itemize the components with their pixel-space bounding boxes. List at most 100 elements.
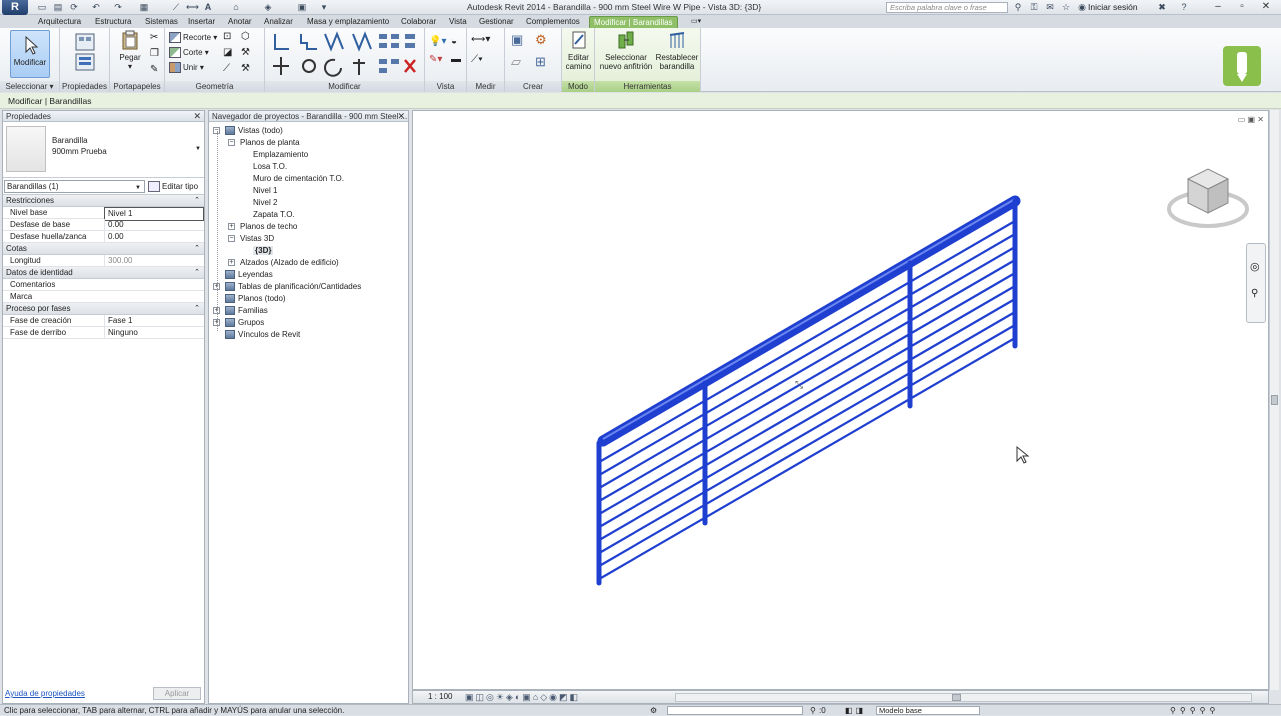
- selection-filter-icons[interactable]: ⚲⚲⚲⚲⚲: [1170, 705, 1219, 716]
- chevron-down-icon[interactable]: ▼: [195, 146, 201, 152]
- viewcube[interactable]: [1167, 159, 1249, 231]
- navigation-bar[interactable]: ◎ ⚲: [1246, 243, 1266, 323]
- view-control-icons[interactable]: ▣◫◎☀◈◐▣⌂◇◉◩◧: [465, 691, 580, 703]
- collapse-icon[interactable]: ⌃: [194, 267, 200, 279]
- user-icon[interactable]: ◉: [1076, 2, 1088, 13]
- worksets-icon[interactable]: ⚙: [650, 705, 657, 716]
- browser-tree-item[interactable]: Nivel 1: [253, 185, 277, 197]
- application-menu-button[interactable]: R: [2, 0, 28, 15]
- tab-sistemas[interactable]: Sistemas: [145, 16, 178, 28]
- collapse-icon[interactable]: ⌃: [194, 303, 200, 315]
- panel-label-select[interactable]: Seleccionar ▾: [0, 81, 59, 92]
- tab-modificar-barandillas[interactable]: Modificar | Barandillas: [589, 16, 678, 28]
- browser-tree-item[interactable]: Muro de cimentación T.O.: [253, 173, 344, 185]
- properties-button[interactable]: [73, 32, 97, 78]
- property-value[interactable]: Fase 1: [104, 315, 204, 327]
- collapse-icon[interactable]: −: [228, 139, 235, 146]
- tab-complementos[interactable]: Complementos: [526, 16, 580, 28]
- hammer-icon[interactable]: ⚒: [241, 63, 250, 74]
- aligned-dimension-icon[interactable]: ⟋▾: [471, 54, 483, 65]
- wall-joins-icon[interactable]: ⊡: [223, 31, 231, 42]
- demolish-icon[interactable]: ⚒: [241, 47, 250, 58]
- binoculars-icon[interactable]: ⚲: [1012, 2, 1024, 13]
- print-icon[interactable]: ▦: [138, 2, 150, 13]
- linework-icon[interactable]: ⟋: [223, 63, 230, 74]
- browser-tree-item[interactable]: Nivel 2: [253, 197, 277, 209]
- minimize-button[interactable]: –: [1207, 0, 1229, 14]
- maximize-button[interactable]: ▫: [1231, 0, 1253, 14]
- favorites-icon[interactable]: ☆: [1060, 2, 1072, 13]
- browser-tree-item[interactable]: Grupos: [225, 317, 264, 329]
- measure-between-icon[interactable]: ⟷▾: [471, 34, 490, 45]
- edit-type-button[interactable]: Editar tipo: [148, 180, 198, 193]
- scissors-icon[interactable]: ✂: [150, 32, 158, 43]
- split-face-icon[interactable]: ⬡: [241, 31, 250, 42]
- steering-wheel-icon[interactable]: ◎: [1250, 260, 1260, 273]
- linework-pen-icon[interactable]: ✎▾: [429, 54, 442, 65]
- hide-bulb-icon[interactable]: 💡▾: [429, 36, 446, 47]
- sync-icon[interactable]: ⟳: [68, 2, 80, 13]
- scroll-thumb[interactable]: [952, 694, 961, 701]
- property-value[interactable]: 0.00: [104, 219, 204, 231]
- browser-tree-item[interactable]: Tablas de planificación/Cantidades: [225, 281, 361, 293]
- hide-elements-icon[interactable]: ▬: [451, 54, 461, 65]
- dimension-icon[interactable]: ⟷: [186, 2, 199, 13]
- tab-anotar[interactable]: Anotar: [228, 16, 252, 28]
- property-row[interactable]: Fase de derribo Ninguno: [3, 327, 204, 339]
- browser-tree-item[interactable]: Alzados (Alzado de edificio): [240, 257, 339, 269]
- zoom-icon[interactable]: ⚲: [1251, 288, 1258, 299]
- browser-tree-item[interactable]: Vistas (todo): [225, 125, 283, 137]
- browser-tree-item[interactable]: {3D}: [253, 245, 274, 257]
- property-row[interactable]: Marca: [3, 291, 204, 303]
- horizontal-scrollbar[interactable]: [675, 693, 1252, 702]
- properties-help-link[interactable]: Ayuda de propiedades: [5, 689, 85, 698]
- filter-icon[interactable]: ⚲: [810, 705, 816, 716]
- copy-icon[interactable]: ❐: [150, 48, 159, 59]
- edit-path-button[interactable]: Editar camino: [564, 30, 593, 71]
- vertical-scrollbar[interactable]: [1269, 110, 1279, 690]
- join-button[interactable]: Unir ▾: [169, 61, 204, 75]
- paste-button[interactable]: Pegar ▾: [116, 30, 144, 71]
- save-icon[interactable]: ▤: [52, 2, 64, 13]
- modify-button[interactable]: Modificar: [10, 30, 50, 78]
- close-icon[interactable]: ✕: [193, 111, 201, 122]
- tab-arquitectura[interactable]: Arquitectura: [38, 16, 81, 28]
- browser-tree-item[interactable]: Planos de techo: [240, 221, 297, 233]
- property-row[interactable]: Longitud 300.00: [3, 255, 204, 267]
- help-icon[interactable]: ?: [1178, 2, 1190, 13]
- browser-tree-item[interactable]: Vínculos de Revit: [225, 329, 300, 341]
- browser-tree-item[interactable]: Losa T.O.: [253, 161, 287, 173]
- pick-new-host-button[interactable]: Seleccionar nuevo anfitrión: [597, 30, 655, 71]
- apply-button[interactable]: Aplicar: [153, 687, 201, 700]
- create-group-icon[interactable]: ▱: [511, 54, 521, 70]
- property-group[interactable]: Cotas ⌃: [3, 243, 204, 255]
- 3d-view-icon[interactable]: ⌂: [230, 2, 242, 13]
- cope-button[interactable]: Corte ▾: [169, 46, 209, 60]
- workset-dropdown[interactable]: [667, 706, 803, 715]
- tab-estructura[interactable]: Estructura: [95, 16, 131, 28]
- collapse-icon[interactable]: ⌃: [194, 243, 200, 255]
- expand-icon[interactable]: +: [228, 223, 235, 230]
- override-graphics-icon[interactable]: ◒: [451, 36, 457, 47]
- reset-railing-button[interactable]: Restablecer barandilla: [655, 30, 699, 71]
- property-row[interactable]: Desfase huella/zanca 0.00: [3, 231, 204, 243]
- modify-tools-icons[interactable]: [269, 31, 421, 79]
- 3d-viewport[interactable]: ▭ ▣ ✕ ⤡ ◎ ⚲: [412, 110, 1269, 690]
- browser-tree-item[interactable]: Planos de planta: [240, 137, 300, 149]
- create-assembly-icon[interactable]: ▣: [511, 32, 523, 48]
- create-similar-icon[interactable]: ⊞: [535, 54, 546, 70]
- text-icon[interactable]: A: [202, 2, 214, 13]
- sign-in-link[interactable]: Iniciar sesión: [1088, 2, 1138, 12]
- cut-button[interactable]: Recorte ▾: [169, 31, 217, 45]
- expand-icon[interactable]: +: [228, 259, 235, 266]
- view-scale[interactable]: 1 : 100: [428, 691, 452, 703]
- browser-tree-item[interactable]: Leyendas: [225, 269, 273, 281]
- property-value[interactable]: 0.00: [104, 231, 204, 243]
- browser-tree-item[interactable]: Planos (todo): [225, 293, 286, 305]
- close-icon[interactable]: ✕: [397, 111, 405, 122]
- undo-icon[interactable]: ↶: [90, 2, 102, 13]
- create-parts-icon[interactable]: ⚙: [535, 32, 547, 48]
- property-group[interactable]: Proceso por fases ⌃: [3, 303, 204, 315]
- close-button[interactable]: ✕: [1255, 0, 1277, 14]
- tab-insertar[interactable]: Insertar: [188, 16, 215, 28]
